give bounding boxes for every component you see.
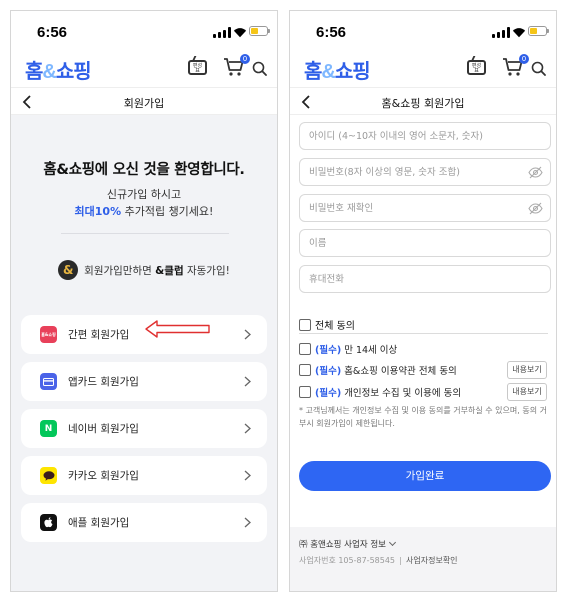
agree-all-checkbox[interactable]: [299, 318, 311, 331]
promo-line-2: 최대10% 추가적립 챙기세요!: [74, 205, 214, 218]
phone-input[interactable]: [300, 266, 550, 292]
search-icon[interactable]: [531, 61, 546, 76]
company-info-toggle[interactable]: ㈜ 홈앤쇼핑 사업자 정보: [299, 538, 397, 550]
tv-schedule-icon[interactable]: 편성표: [467, 60, 486, 75]
signup-complete-button[interactable]: 가입완료: [299, 461, 551, 491]
id-input[interactable]: [300, 123, 550, 149]
business-info-link[interactable]: 사업자정보확인: [406, 556, 458, 565]
chevron-right-icon: [244, 470, 251, 481]
signup-form-screen: 6:56 홈&쇼핑 편성표 0 홈&쇼핑 회원가입 전체 동의 (필수) 만: [289, 10, 557, 592]
name-field[interactable]: [299, 229, 551, 257]
search-icon[interactable]: [252, 61, 267, 76]
signup-options-screen: 6:56 홈&쇼핑 편성표 0 회원가입 홈&쇼핑에 오신 것을 환영합니다. …: [10, 10, 278, 592]
chevron-right-icon: [244, 517, 251, 528]
agree-all-label: 전체 동의: [315, 321, 355, 332]
chevron-down-icon: [388, 538, 397, 547]
signup-content: 홈&쇼핑에 오신 것을 환영합니다. 신규가입 하시고 최대10% 추가적립 챙…: [11, 115, 277, 591]
agree-age-checkbox[interactable]: [299, 343, 311, 355]
agree-privacy-checkbox[interactable]: [299, 386, 311, 398]
apple-signup-button[interactable]: 애플 회원가입: [21, 503, 267, 542]
appcard-signup-button[interactable]: 앱카드 회원가입: [21, 362, 267, 401]
agree-terms-label: (필수) 홈&쇼핑 이용약관 전체 동의: [315, 366, 457, 377]
kakao-signup-button[interactable]: 카카오 회원가입: [21, 456, 267, 495]
promo-line-1: 신규가입 하시고: [106, 188, 182, 201]
business-info: 사업자번호 105-87-58545 사업자정보확인: [299, 556, 458, 565]
agree-terms-checkbox[interactable]: [299, 364, 311, 376]
password-input[interactable]: [300, 159, 550, 185]
agree-all-row[interactable]: 전체 동의: [299, 317, 355, 332]
apple-icon: [40, 514, 57, 531]
card-icon: [40, 373, 57, 390]
status-bar: 6:56: [290, 11, 556, 51]
club-logo-icon: &: [58, 260, 79, 280]
status-time: 6:56: [37, 24, 68, 41]
password-confirm-field[interactable]: [299, 194, 551, 222]
eye-off-icon[interactable]: [528, 166, 543, 179]
app-header: 홈&쇼핑 편성표 0: [11, 51, 277, 87]
club-notice: & 회원가입만하면 &클럽 자동가입!: [11, 260, 277, 280]
agree-privacy-label: (필수) 개인정보 수집 및 이용에 동의: [315, 388, 462, 399]
battery-icon: [249, 26, 270, 36]
status-bar: 6:56: [11, 11, 277, 51]
status-time: 6:56: [316, 24, 347, 41]
brand-logo[interactable]: 홈&쇼핑: [304, 55, 371, 84]
kakao-talk-icon: [40, 467, 57, 484]
password-confirm-input[interactable]: [300, 195, 550, 221]
eye-off-icon[interactable]: [528, 202, 543, 215]
privacy-view-button[interactable]: 내용보기: [507, 383, 547, 401]
consent-notice: * 고객님께서는 개인정보 수집 및 이용 동의를 거부하실 수 있으며, 동의…: [299, 406, 547, 428]
annotation-arrow-icon: [145, 320, 210, 338]
welcome-heading: 홈&쇼핑에 오신 것을 환영합니다.: [43, 162, 245, 178]
id-field[interactable]: [299, 122, 551, 150]
agree-age-label: (필수) 만 14세 이상: [315, 345, 398, 356]
password-field[interactable]: [299, 158, 551, 186]
cart-count-badge: 0: [240, 54, 250, 64]
divider: [299, 333, 548, 334]
chevron-right-icon: [244, 329, 251, 340]
name-input[interactable]: [300, 230, 550, 256]
agree-privacy-row[interactable]: (필수) 개인정보 수집 및 이용에 동의: [299, 385, 461, 399]
naver-signup-button[interactable]: N 네이버 회원가입: [21, 409, 267, 448]
cellular-signal-icon: [213, 27, 231, 38]
cellular-signal-icon: [492, 27, 510, 38]
brand-logo[interactable]: 홈&쇼핑: [25, 55, 92, 84]
battery-icon: [528, 26, 549, 36]
terms-view-button[interactable]: 내용보기: [507, 361, 547, 379]
cart-count-badge: 0: [519, 54, 529, 64]
homeshopping-logo-icon: 홈&쇼핑: [40, 326, 57, 343]
page-title-bar: 홈&쇼핑 회원가입: [290, 87, 556, 115]
page-title: 홈&쇼핑 회원가입: [381, 97, 465, 110]
agree-age-row[interactable]: (필수) 만 14세 이상: [299, 342, 397, 356]
divider: [61, 233, 229, 234]
chevron-right-icon: [244, 376, 251, 387]
page-title: 회원가입: [123, 97, 165, 110]
app-header: 홈&쇼핑 편성표 0: [290, 51, 556, 87]
phone-field[interactable]: [299, 265, 551, 293]
club-notice-text: 회원가입만하면 &클럽 자동가입!: [84, 264, 230, 277]
chevron-right-icon: [244, 423, 251, 434]
wifi-icon: [233, 28, 247, 38]
page-title-bar: 회원가입: [11, 87, 277, 115]
promo-highlight: 최대10%: [74, 205, 122, 218]
footer: ㈜ 홈앤쇼핑 사업자 정보 사업자번호 105-87-58545 사업자정보확인: [290, 527, 556, 591]
tv-schedule-icon[interactable]: 편성표: [188, 60, 207, 75]
naver-icon: N: [40, 420, 57, 437]
agree-terms-row[interactable]: (필수) 홈&쇼핑 이용약관 전체 동의: [299, 363, 457, 377]
simple-signup-button[interactable]: 홈&쇼핑 간편 회원가입: [21, 315, 267, 354]
wifi-icon: [512, 28, 526, 38]
